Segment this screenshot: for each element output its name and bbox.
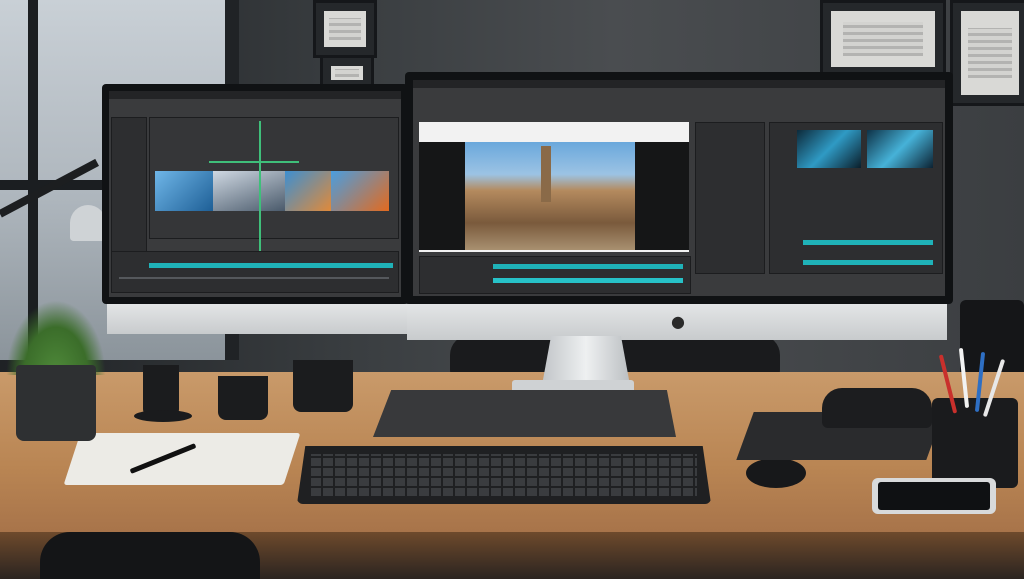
timeline-panel xyxy=(419,256,691,294)
clip-thumbnail-5 xyxy=(797,130,861,168)
left-monitor xyxy=(102,84,408,304)
menu-bar xyxy=(109,91,401,99)
mug-3 xyxy=(293,360,353,412)
clip-thumbnail-3 xyxy=(285,171,331,211)
wall-picture-frame-1 xyxy=(313,0,377,58)
desk-lamp-head xyxy=(70,205,106,241)
saucer xyxy=(134,410,192,422)
mug-2 xyxy=(218,376,268,420)
audio-track-2 xyxy=(803,260,933,265)
left-monitor-chin xyxy=(107,304,407,334)
timeline-track-1 xyxy=(149,263,393,268)
letterbox-left xyxy=(419,142,465,250)
left-monitor-screen xyxy=(109,91,401,297)
right-monitor-chin: ● xyxy=(407,304,947,340)
plant-pot xyxy=(16,365,96,441)
timeline-track-2 xyxy=(119,277,389,279)
clock-tower xyxy=(541,146,551,202)
notebook xyxy=(63,433,301,485)
clip-thumbnail-1 xyxy=(155,171,213,211)
smartphone xyxy=(872,478,996,514)
timeline-track-1 xyxy=(493,264,683,269)
menu-bar xyxy=(413,80,945,88)
letterbox-right xyxy=(635,142,689,250)
audio-track-1 xyxy=(803,240,933,245)
timeline-track-2 xyxy=(493,278,683,283)
clip-thumbnail-6 xyxy=(867,130,933,168)
desk-mat xyxy=(373,390,676,437)
playhead xyxy=(259,121,261,251)
right-monitor-screen xyxy=(413,80,945,296)
clip-thumbnail-2 xyxy=(213,171,285,211)
guide-line xyxy=(209,161,299,163)
apple-logo-icon: ● xyxy=(671,312,685,331)
pen-cup xyxy=(932,347,1018,488)
desk-phone xyxy=(822,388,932,428)
properties-panel xyxy=(695,122,765,274)
wall-picture-frame-3 xyxy=(820,0,946,78)
wall-picture-frame-4 xyxy=(950,0,1024,106)
mouse[interactable] xyxy=(746,458,806,488)
plant-leaves xyxy=(6,300,106,375)
timeline-panel xyxy=(111,251,399,293)
keyboard[interactable] xyxy=(297,446,711,504)
chair-armrest xyxy=(40,532,260,579)
clip-thumbnail-4 xyxy=(331,171,389,211)
right-monitor xyxy=(405,72,953,304)
